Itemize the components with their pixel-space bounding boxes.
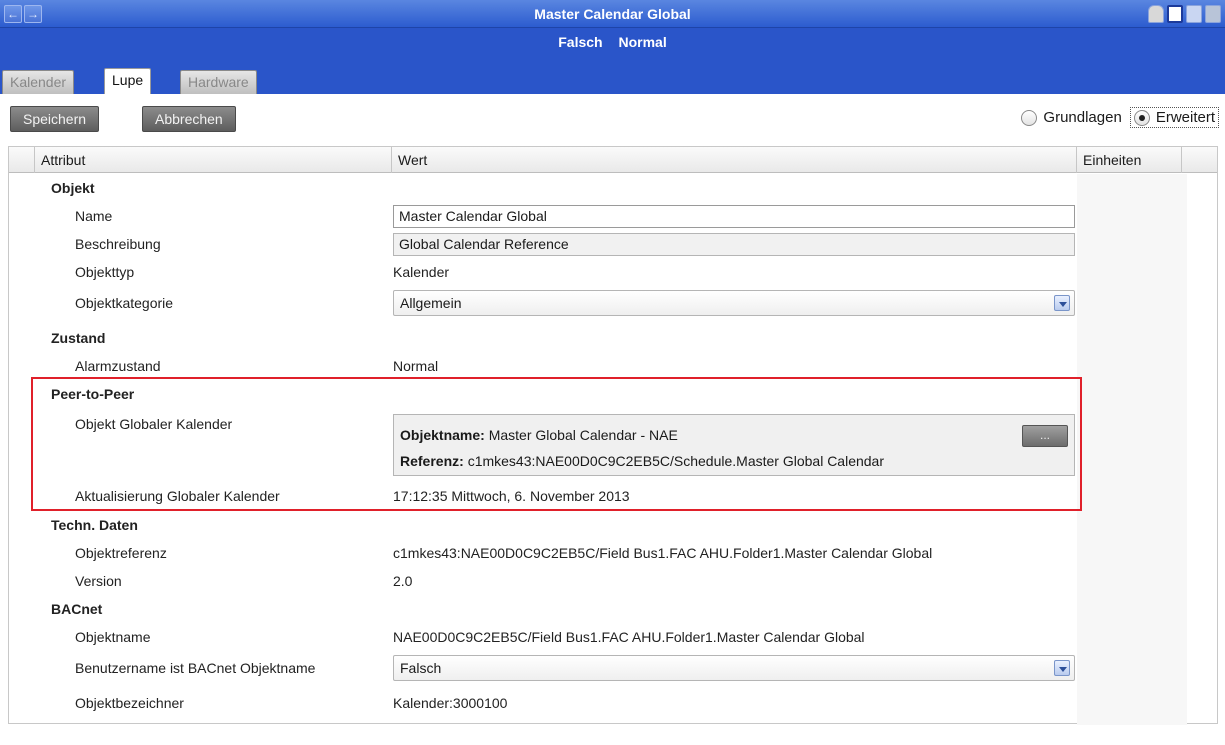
- window-title: Master Calendar Global: [534, 6, 691, 22]
- category-row: Objekt: [9, 174, 1217, 202]
- category-objekt: Objekt: [51, 180, 95, 196]
- tab-hardware[interactable]: Hardware: [180, 70, 257, 94]
- tab-kalender[interactable]: Kalender: [2, 70, 75, 94]
- attr-objektbezeichner: Objektbezeichner: [75, 695, 184, 711]
- radio-circle-icon: [1021, 109, 1038, 126]
- status-band: Falsch Normal: [0, 28, 1225, 58]
- pin-icon[interactable]: [1205, 5, 1221, 23]
- radio-erweitert-label: Erweitert: [1155, 109, 1215, 126]
- maximize-icon[interactable]: [1167, 5, 1183, 23]
- objektreferenz-value: c1mkes43:NAE00D0C9C2EB5C/Field Bus1.FAC …: [393, 545, 933, 561]
- objektkategorie-value: Allgemein: [400, 295, 462, 311]
- radio-erweitert[interactable]: Erweitert: [1129, 107, 1219, 128]
- table-row: Objekttyp Kalender: [9, 258, 1217, 286]
- title-bar: ← → Master Calendar Global: [0, 0, 1225, 28]
- table-row: Version 2.0: [9, 567, 1217, 595]
- attr-objektname: Objektname: [75, 629, 151, 645]
- category-bacnet: BACnet: [51, 601, 103, 617]
- attr-beschreibung: Beschreibung: [75, 236, 161, 252]
- objektbezeichner-value: Kalender:3000100: [393, 695, 508, 711]
- name-input[interactable]: Master Calendar Global: [393, 205, 1075, 228]
- attr-objektreferenz: Objektreferenz: [75, 545, 167, 561]
- radio-checked-icon: [1133, 109, 1150, 126]
- attr-benutzername: Benutzername ist BACnet Objektname: [75, 660, 316, 676]
- attr-objektkategorie: Objektkategorie: [75, 295, 174, 311]
- radio-grundlagen[interactable]: Grundlagen: [1021, 109, 1122, 126]
- lock-icon[interactable]: [1148, 5, 1164, 23]
- chevron-down-icon[interactable]: [1054, 295, 1070, 311]
- tab-row: Kalender Lupe Hardware: [0, 58, 1225, 94]
- version-value: 2.0: [393, 573, 413, 589]
- category-row: BACnet: [9, 595, 1217, 623]
- category-row: Zustand: [9, 324, 1217, 352]
- toolbar: Speichern Abbrechen Grundlagen Erweitert: [0, 94, 1225, 146]
- column-wert[interactable]: Wert: [392, 147, 1077, 173]
- benutzername-select[interactable]: Falsch: [393, 655, 1075, 681]
- table-header: Attribut Wert Einheiten: [9, 147, 1217, 173]
- table-row: Benutzername ist BACnet Objektname Falsc…: [9, 651, 1217, 685]
- radio-grundlagen-label: Grundlagen: [1043, 109, 1122, 126]
- table-row: Beschreibung Global Calendar Reference: [9, 230, 1217, 258]
- objekttyp-value: Kalender: [393, 264, 450, 280]
- chevron-down-icon[interactable]: [1054, 660, 1070, 676]
- status-text: Falsch Normal: [0, 34, 1225, 50]
- beschreibung-input[interactable]: Global Calendar Reference: [393, 233, 1075, 256]
- column-attribut[interactable]: Attribut: [35, 147, 392, 173]
- table-row: Objektreferenz c1mkes43:NAE00D0C9C2EB5C/…: [9, 539, 1217, 567]
- category-row: Techn. Daten: [9, 511, 1217, 539]
- header-end: [1182, 147, 1217, 173]
- status-reliability: Falsch: [558, 34, 603, 50]
- attr-objekttyp: Objekttyp: [75, 264, 135, 280]
- peer-to-peer-highlight: [31, 377, 1082, 511]
- table-row: Objektname NAE00D0C9C2EB5C/Field Bus1.FA…: [9, 623, 1217, 651]
- restore-icon[interactable]: [1186, 5, 1202, 23]
- alarmzustand-value: Normal: [393, 358, 439, 374]
- table-row: Alarmzustand Normal: [9, 352, 1217, 380]
- window-controls: [1148, 5, 1221, 23]
- attr-version: Version: [75, 573, 122, 589]
- status-alarm: Normal: [618, 34, 667, 50]
- table-row: Objektkategorie Allgemein: [9, 286, 1217, 320]
- objektname-value: NAE00D0C9C2EB5C/Field Bus1.FAC AHU.Folde…: [393, 629, 865, 645]
- tab-lupe[interactable]: Lupe: [104, 68, 152, 94]
- table-row: Name Master Calendar Global: [9, 202, 1217, 230]
- category-techn-daten: Techn. Daten: [51, 517, 138, 533]
- save-button[interactable]: Speichern: [10, 106, 100, 132]
- view-mode-group: Grundlagen Erweitert: [1013, 107, 1219, 128]
- header-spacer: [9, 147, 35, 173]
- category-zustand: Zustand: [51, 330, 106, 346]
- attr-name: Name: [75, 208, 113, 224]
- benutzername-value: Falsch: [400, 660, 442, 676]
- objektkategorie-select[interactable]: Allgemein: [393, 290, 1075, 316]
- attr-alarmzustand: Alarmzustand: [75, 358, 161, 374]
- column-einheiten[interactable]: Einheiten: [1077, 147, 1182, 173]
- table-row: Objektbezeichner Kalender:3000100: [9, 689, 1217, 717]
- cancel-button[interactable]: Abbrechen: [142, 106, 236, 132]
